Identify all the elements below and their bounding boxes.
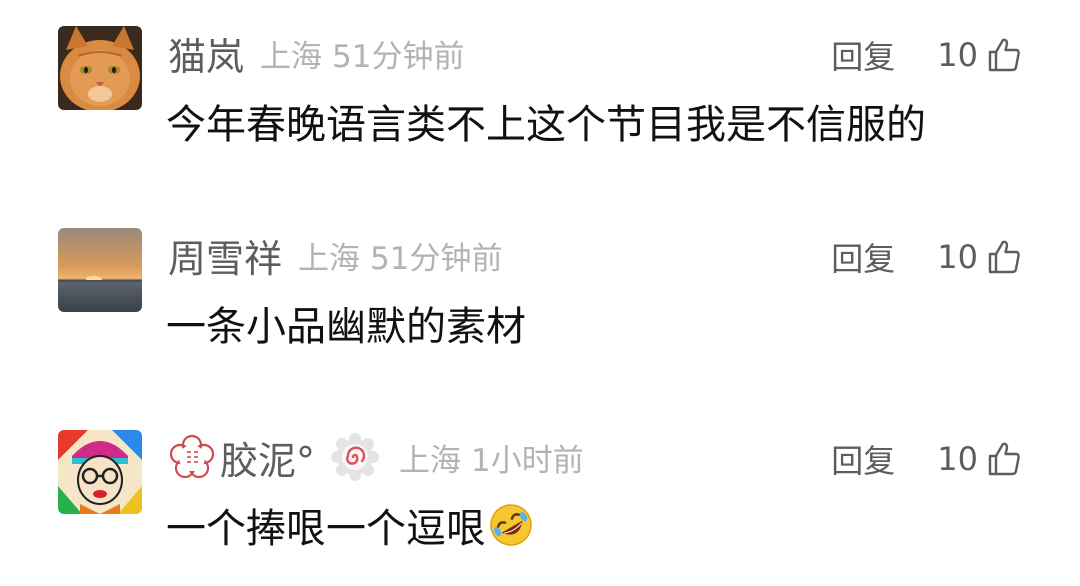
like-count: 10 bbox=[937, 36, 978, 74]
name-row: 周雪祥 上海 51分钟前 bbox=[168, 228, 502, 283]
thumbs-up-icon[interactable] bbox=[986, 441, 1022, 477]
comment-body: 一条小品幽默的素材 bbox=[166, 304, 526, 350]
avatar[interactable] bbox=[58, 228, 142, 312]
rolling-laughing-emoji-icon bbox=[488, 502, 534, 548]
reply-button[interactable]: 回复 bbox=[831, 436, 895, 482]
name-row: 猫岚 上海 51分钟前 bbox=[168, 26, 464, 81]
comment-body: 一个捧哏一个逗哏 bbox=[166, 506, 486, 552]
sakura-stamp-icon bbox=[168, 433, 216, 481]
comment-body: 今年春晚语言类不上这个节目我是不信服的 bbox=[166, 102, 926, 148]
thumbs-up-icon[interactable] bbox=[986, 239, 1022, 275]
timestamp: 51分钟前 bbox=[332, 38, 465, 75]
username[interactable]: 猫岚 bbox=[168, 26, 244, 81]
comment-actions: 回复 10 bbox=[831, 32, 1022, 78]
comment-actions: 回复 10 bbox=[831, 436, 1022, 482]
comment-meta: 上海 1小时前 bbox=[399, 435, 584, 480]
comment-actions: 回复 10 bbox=[831, 234, 1022, 280]
timestamp: 1小时前 bbox=[471, 442, 584, 479]
cat-avatar-image bbox=[58, 26, 142, 110]
location: 上海 bbox=[260, 38, 323, 75]
comment-meta: 上海 51分钟前 bbox=[260, 31, 464, 76]
comment-item: 周雪祥 上海 51分钟前 回复 10 一条小品幽默的素材 bbox=[0, 224, 1080, 384]
cartoon-avatar-image bbox=[58, 430, 142, 514]
like-count: 10 bbox=[937, 238, 978, 276]
username[interactable]: 胶泥° bbox=[220, 430, 315, 485]
location: 上海 bbox=[298, 240, 361, 277]
reply-button[interactable]: 回复 bbox=[831, 234, 895, 280]
location: 上海 bbox=[399, 442, 462, 479]
comment-text: 一条小品幽默的素材 bbox=[166, 294, 526, 352]
swirl-badge-icon bbox=[331, 433, 380, 481]
reply-button[interactable]: 回复 bbox=[831, 32, 895, 78]
comment-item: 胶泥° 上海 1小时前 回复 10 一个捧哏一个逗哏 bbox=[0, 426, 1080, 586]
name-row: 胶泥° 上海 1小时前 bbox=[168, 430, 584, 485]
avatar[interactable] bbox=[58, 430, 142, 514]
like-count: 10 bbox=[937, 440, 978, 478]
thumbs-up-icon[interactable] bbox=[986, 37, 1022, 73]
avatar[interactable] bbox=[58, 26, 142, 110]
username[interactable]: 周雪祥 bbox=[168, 228, 282, 283]
comment-text: 今年春晚语言类不上这个节目我是不信服的 bbox=[166, 92, 926, 150]
comment-meta: 上海 51分钟前 bbox=[298, 233, 502, 278]
comment-text: 一个捧哏一个逗哏 bbox=[166, 496, 534, 554]
sunset-avatar-image bbox=[58, 228, 142, 312]
comment-item: 猫岚 上海 51分钟前 回复 10 今年春晚语言类不上这个节目我是不信服的 bbox=[0, 22, 1080, 182]
timestamp: 51分钟前 bbox=[370, 240, 503, 277]
